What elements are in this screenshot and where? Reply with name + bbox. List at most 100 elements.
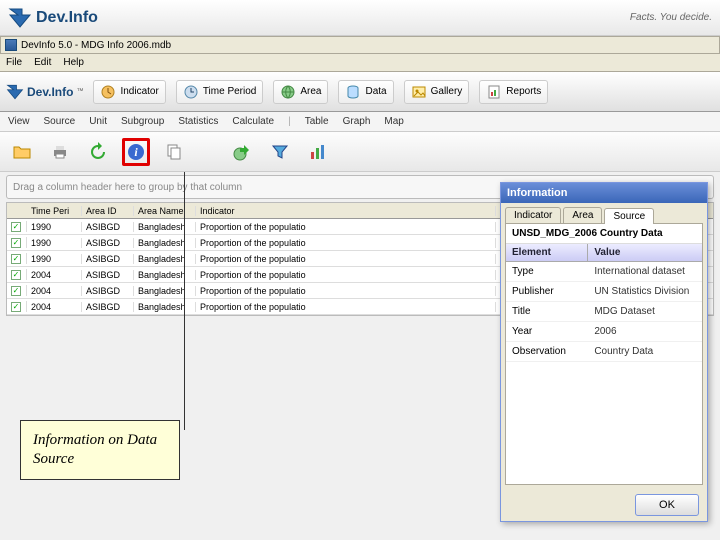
cell-indicator: Proportion of the populatio: [196, 286, 496, 296]
trademark: ™: [76, 88, 83, 95]
submenu-table[interactable]: Table: [305, 116, 329, 127]
nav-brand-name: Dev.Info: [27, 85, 73, 99]
funnel-icon: [270, 142, 290, 162]
submenu-source[interactable]: Source: [44, 116, 76, 127]
checkbox-icon[interactable]: ✓: [11, 286, 21, 296]
cell-area-name: Bangladesh: [134, 254, 196, 264]
printer-icon: [50, 142, 70, 162]
col-area-name[interactable]: Area Name: [134, 206, 196, 216]
checkbox-icon[interactable]: ✓: [11, 254, 21, 264]
checkbox-icon[interactable]: ✓: [11, 238, 21, 248]
submenu-graph[interactable]: Graph: [343, 116, 371, 127]
dialog-footer: OK: [501, 489, 707, 521]
tool-export[interactable]: [228, 138, 256, 166]
brand-logo: Dev.Info: [8, 6, 98, 30]
cell-time: 2004: [27, 302, 82, 312]
source-columns: Element Value: [506, 244, 702, 262]
data-icon: [345, 84, 361, 100]
info-icon: i: [126, 142, 146, 162]
clock-icon: [183, 84, 199, 100]
checkbox-icon[interactable]: ✓: [11, 302, 21, 312]
col-value: Value: [588, 244, 702, 261]
cell-indicator: Proportion of the populatio: [196, 238, 496, 248]
cell-area-id: ASIBGD: [82, 286, 134, 296]
menu-file[interactable]: File: [6, 57, 22, 68]
source-row: TypeInternational dataset: [506, 262, 702, 282]
source-value: MDG Dataset: [588, 302, 702, 321]
submenu-calculate[interactable]: Calculate: [232, 116, 274, 127]
source-element: Publisher: [506, 282, 588, 301]
submenu-subgroup[interactable]: Subgroup: [121, 116, 164, 127]
source-row: ObservationCountry Data: [506, 342, 702, 362]
callout-connector: [184, 172, 185, 430]
nav-time-period[interactable]: Time Period: [176, 80, 264, 104]
information-dialog: Information Indicator Area Source UNSD_M…: [500, 182, 708, 522]
tool-refresh[interactable]: [84, 138, 112, 166]
tool-print[interactable]: [46, 138, 74, 166]
ok-button[interactable]: OK: [635, 494, 699, 516]
source-row: TitleMDG Dataset: [506, 302, 702, 322]
cell-indicator: Proportion of the populatio: [196, 222, 496, 232]
cell-indicator: Proportion of the populatio: [196, 254, 496, 264]
nav-bar: Dev.Info ™ Indicator Time Period Area Da…: [0, 72, 720, 112]
cell-area-name: Bangladesh: [134, 286, 196, 296]
cell-area-name: Bangladesh: [134, 238, 196, 248]
nav-area[interactable]: Area: [273, 80, 328, 104]
source-element: Year: [506, 322, 588, 341]
tab-indicator[interactable]: Indicator: [505, 207, 561, 223]
cell-time: 2004: [27, 270, 82, 280]
copy-icon: [164, 142, 184, 162]
annotation-callout: Information on Data Source: [20, 420, 180, 480]
source-element: Title: [506, 302, 588, 321]
cell-area-id: ASIBGD: [82, 270, 134, 280]
source-value: UN Statistics Division: [588, 282, 702, 301]
source-name: UNSD_MDG_2006 Country Data: [506, 224, 702, 244]
col-time-period[interactable]: Time Peri: [27, 206, 82, 216]
dialog-body: UNSD_MDG_2006 Country Data Element Value…: [505, 223, 703, 485]
cell-time: 2004: [27, 286, 82, 296]
submenu-unit[interactable]: Unit: [89, 116, 107, 127]
chart-icon: [308, 142, 328, 162]
folder-icon: [12, 142, 32, 162]
cell-area-id: ASIBGD: [82, 222, 134, 232]
checkbox-icon[interactable]: ✓: [11, 270, 21, 280]
refresh-icon: [88, 142, 108, 162]
tab-area[interactable]: Area: [563, 207, 602, 223]
checkbox-icon[interactable]: ✓: [11, 222, 21, 232]
submenu-statistics[interactable]: Statistics: [178, 116, 218, 127]
col-indicator[interactable]: Indicator: [196, 206, 496, 216]
nav-gallery[interactable]: Gallery: [404, 80, 470, 104]
window-titlebar: DevInfo 5.0 - MDG Info 2006.mdb: [0, 36, 720, 54]
submenu-divider: |: [288, 116, 291, 127]
globe-icon: [280, 84, 296, 100]
source-row: Year2006: [506, 322, 702, 342]
gallery-icon: [411, 84, 427, 100]
tool-bar: i: [0, 132, 720, 172]
submenu-map[interactable]: Map: [384, 116, 403, 127]
col-area-id[interactable]: Area ID: [82, 206, 134, 216]
cell-area-name: Bangladesh: [134, 222, 196, 232]
tool-chart[interactable]: [304, 138, 332, 166]
tab-source[interactable]: Source: [604, 208, 654, 224]
col-element: Element: [506, 244, 588, 261]
nav-data[interactable]: Data: [338, 80, 393, 104]
window-title: DevInfo 5.0 - MDG Info 2006.mdb: [21, 40, 171, 51]
reports-icon: [486, 84, 502, 100]
tool-filter[interactable]: [266, 138, 294, 166]
menu-help[interactable]: Help: [63, 57, 84, 68]
brand-name: Dev.Info: [36, 9, 98, 27]
submenu-view[interactable]: View: [8, 116, 30, 127]
tool-copy[interactable]: [160, 138, 188, 166]
tool-information[interactable]: i: [122, 138, 150, 166]
menu-edit[interactable]: Edit: [34, 57, 51, 68]
nav-logo: Dev.Info ™: [6, 83, 83, 101]
indicator-icon: [100, 84, 116, 100]
nav-reports[interactable]: Reports: [479, 80, 548, 104]
nav-indicator[interactable]: Indicator: [93, 80, 165, 104]
cell-time: 1990: [27, 222, 82, 232]
source-value: Country Data: [588, 342, 702, 361]
source-value: 2006: [588, 322, 702, 341]
tool-open[interactable]: [8, 138, 36, 166]
cell-area-name: Bangladesh: [134, 270, 196, 280]
cell-area-name: Bangladesh: [134, 302, 196, 312]
